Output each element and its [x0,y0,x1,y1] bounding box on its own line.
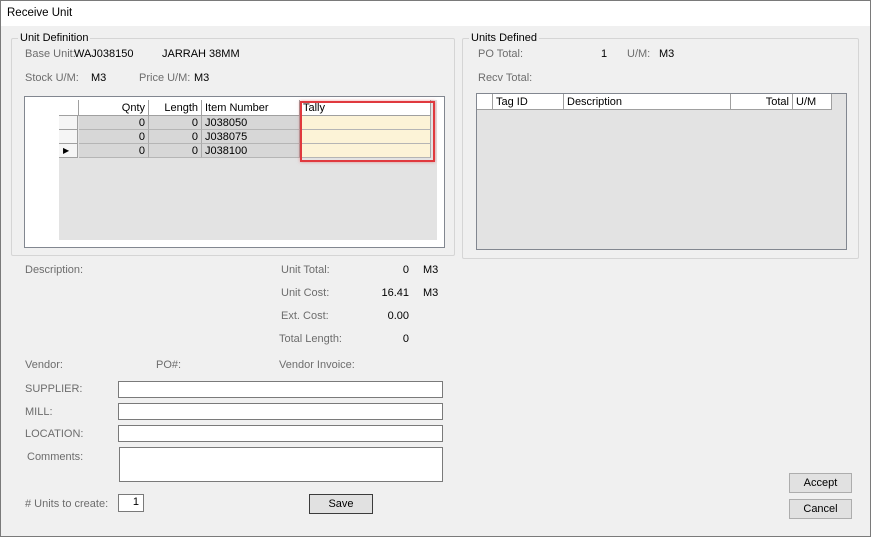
location-label: LOCATION: [25,428,84,440]
unit-cost-value: 16.41 [381,287,409,299]
unit-total-label: Unit Total: [281,264,330,276]
grid-row-header[interactable] [59,130,78,144]
save-button[interactable]: Save [309,494,373,514]
supplier-input[interactable] [118,381,443,398]
vendor-label: Vendor: [25,359,63,371]
cancel-button[interactable]: Cancel [789,499,852,519]
unit-cost-label: Unit Cost: [281,287,330,299]
units-grid-header-total[interactable]: Total [731,94,793,110]
grid-background: Qnty Length Item Number Tally 0 0 J03805… [59,100,437,240]
total-length-value: 0 [402,333,409,345]
accept-button[interactable]: Accept [789,473,852,493]
unit-total-value: 0 [402,264,409,276]
vendor-invoice-label: Vendor Invoice: [279,359,355,371]
units-to-create-input[interactable]: 1 [118,494,144,512]
grid-header-item-number[interactable]: Item Number [202,100,300,116]
grid-cell-length[interactable]: 0 [149,116,202,130]
ext-cost-label: Ext. Cost: [281,310,329,322]
unit-items-grid[interactable]: Qnty Length Item Number Tally 0 0 J03805… [24,96,445,248]
unit-definition-title: Unit Definition [18,32,91,44]
comments-label: Comments: [27,451,84,463]
po-total-label: PO Total: [478,48,524,60]
dialog-client-area: Unit Definition Base Unit: WAJ038150 JAR… [1,26,870,536]
receive-unit-window: Receive Unit Unit Definition Base Unit: … [0,0,871,537]
stock-um-value: M3 [91,72,107,84]
price-um-value: M3 [194,72,210,84]
base-unit-description: JARRAH 38MM [162,48,240,60]
price-um-label: Price U/M: [139,72,191,84]
grid-cell-qnty[interactable]: 0 [79,130,149,144]
um-label: U/M: [627,48,651,60]
units-grid-corner-header [477,94,493,110]
grid-cell-qnty[interactable]: 0 [79,144,149,158]
units-grid-header-description[interactable]: Description [564,94,731,110]
window-title: Receive Unit [1,1,870,26]
mill-label: MILL: [25,406,53,418]
grid-cell-tally[interactable] [300,130,431,144]
grid-header-length[interactable]: Length [149,100,202,116]
description-label: Description: [25,264,84,276]
units-grid-background: Tag ID Description Total U/M [477,94,846,249]
mill-input[interactable] [118,403,443,420]
units-to-create-label: # Units to create: [25,498,109,510]
units-defined-title: Units Defined [469,32,540,44]
supplier-label: SUPPLIER: [25,383,83,395]
total-length-label: Total Length: [279,333,342,345]
base-unit-label: Base Unit: [25,48,76,60]
base-unit-value: WAJ038150 [74,48,134,60]
comments-input[interactable] [119,447,443,482]
grid-header-tally[interactable]: Tally [300,100,431,116]
stock-um-label: Stock U/M: [25,72,79,84]
grid-cell-item-number[interactable]: J038075 [202,130,300,144]
current-row-arrow-icon: ▶ [63,146,70,155]
po-label: PO#: [156,359,182,371]
units-grid-header-um[interactable]: U/M [793,94,832,110]
unit-definition-group: Unit Definition Base Unit: WAJ038150 JAR… [11,32,455,256]
location-input[interactable] [118,425,443,442]
units-defined-grid[interactable]: Tag ID Description Total U/M [476,93,847,250]
grid-cell-length[interactable]: 0 [149,144,202,158]
grid-row-header-current[interactable]: ▶ [59,144,78,158]
grid-cell-qnty[interactable]: 0 [79,116,149,130]
grid-corner-header [59,100,79,116]
grid-header-qnty[interactable]: Qnty [79,100,149,116]
grid-cell-item-number[interactable]: J038050 [202,116,300,130]
grid-cell-tally[interactable] [300,116,431,130]
ext-cost-value: 0.00 [387,310,409,322]
grid-cell-item-number[interactable]: J038100 [202,144,300,158]
um-value: M3 [659,48,675,60]
grid-cell-tally[interactable] [300,144,431,158]
recv-total-label: Recv Total: [478,72,533,84]
unit-cost-um: M3 [423,287,439,299]
unit-total-um: M3 [423,264,439,276]
grid-cell-length[interactable]: 0 [149,130,202,144]
grid-row-header[interactable] [59,116,78,130]
units-grid-header-tag-id[interactable]: Tag ID [493,94,564,110]
units-defined-group: Units Defined PO Total: 1 U/M: M3 Recv T… [462,32,859,259]
po-total-value: 1 [601,48,608,60]
